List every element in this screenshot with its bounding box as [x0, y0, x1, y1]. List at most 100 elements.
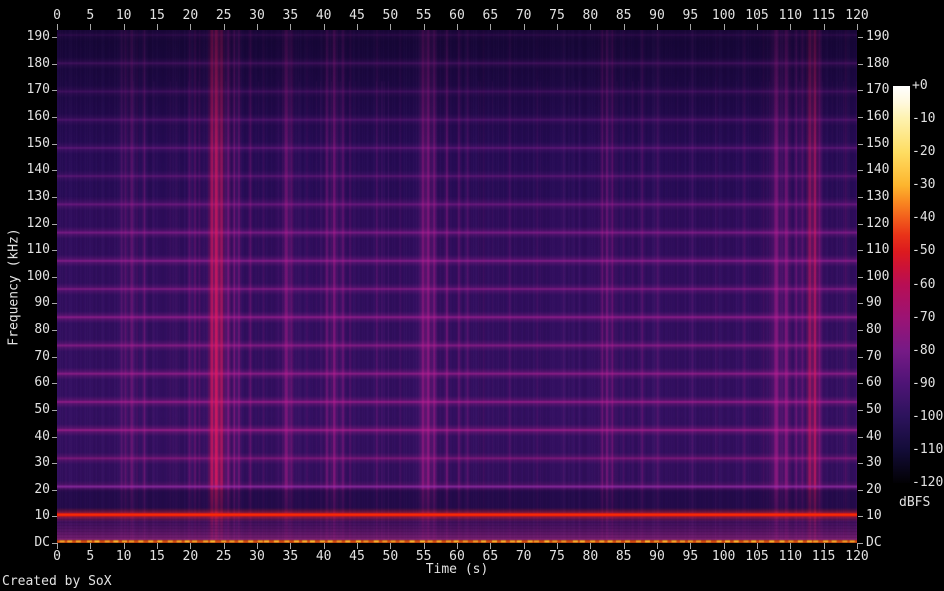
freq-tick-mark	[858, 303, 863, 305]
freq-tick-mark	[52, 356, 57, 358]
freq-tick-mark	[52, 196, 57, 198]
time-tick-mark	[590, 24, 592, 30]
freq-tick-mark	[52, 409, 57, 411]
freq-tick-mark	[858, 90, 863, 92]
freq-tick-mark	[52, 516, 57, 518]
freq-tick-mark	[858, 356, 863, 358]
time-tick-mark	[723, 24, 725, 30]
time-tick-mark	[490, 24, 492, 30]
freq-tick-mark	[52, 143, 57, 145]
time-axis-label: Time (s)	[425, 562, 489, 577]
freq-tick-mark	[52, 117, 57, 119]
colorbar-tick-label: -100	[912, 408, 944, 424]
time-tick-mark	[523, 24, 525, 30]
time-tick-mark	[623, 24, 625, 30]
freq-tick-mark	[858, 143, 863, 145]
freq-tick-mark	[52, 330, 57, 332]
freq-tick-mark	[52, 436, 57, 438]
freq-tick-mark	[52, 37, 57, 39]
time-tick-mark	[690, 24, 692, 30]
freq-tick-mark	[858, 330, 863, 332]
freq-tick-label: 130	[26, 188, 50, 204]
freq-tick-mark	[858, 543, 863, 544]
colorbar-tick-label: -90	[912, 375, 936, 391]
time-tick-mark	[823, 24, 825, 30]
freq-tick-label: 140	[26, 162, 50, 178]
freq-tick-mark	[858, 63, 863, 65]
freq-tick-mark	[858, 463, 863, 465]
freq-tick-label: 150	[26, 135, 50, 151]
time-tick-mark	[657, 24, 658, 30]
colorbar-tick-label: -30	[912, 177, 936, 193]
time-tick-mark	[157, 24, 158, 30]
freq-tick-label: 190	[866, 29, 890, 45]
freq-tick-label: 50	[34, 401, 50, 417]
colorbar-tick-label: +0	[912, 78, 928, 93]
time-tick-mark	[390, 24, 392, 30]
freq-tick-mark	[858, 276, 863, 278]
freq-tick-label: DC	[34, 535, 50, 550]
time-tick-mark	[357, 24, 358, 30]
time-tick-mark	[190, 24, 192, 30]
time-tick-mark	[257, 24, 258, 30]
time-tick-mark	[323, 24, 325, 30]
colorbar-tick-label: -60	[912, 276, 936, 292]
colorbar-tick-label: -70	[912, 309, 936, 325]
freq-tick-mark	[858, 223, 863, 225]
colorbar-unit-label: dBFS	[899, 495, 931, 510]
freq-tick-mark	[858, 489, 863, 491]
freq-tick-label: 180	[866, 55, 890, 71]
colorbar-tick-label: -40	[912, 210, 936, 226]
time-tick-mark	[423, 24, 425, 30]
time-tick-label: 120	[845, 549, 869, 564]
colorbar-tick-label: -80	[912, 342, 936, 358]
freq-tick-mark	[858, 37, 863, 39]
freq-tick-mark	[858, 436, 863, 438]
time-tick-mark	[557, 24, 558, 30]
freq-tick-label: 190	[26, 29, 50, 45]
freq-tick-label: 40	[34, 428, 50, 444]
freq-tick-mark	[858, 409, 863, 411]
time-tick-mark	[857, 24, 858, 30]
time-tick-mark	[290, 24, 292, 30]
credit-text: Created by SoX	[2, 574, 112, 589]
time-tick-mark	[57, 24, 58, 30]
freq-tick-label: 10	[34, 508, 50, 524]
freq-tick-mark	[858, 196, 863, 198]
freq-tick-mark	[858, 117, 863, 119]
colorbar	[893, 86, 910, 483]
freq-tick-label: 70	[34, 348, 50, 364]
time-tick-mark	[757, 24, 758, 30]
time-tick-mark	[790, 24, 792, 30]
freq-tick-label: 60	[34, 375, 50, 391]
colorbar-tick-label: -50	[912, 243, 936, 259]
freq-tick-label: 30	[34, 455, 50, 471]
time-tick-label: 120	[845, 8, 869, 23]
freq-tick-label: 20	[34, 481, 50, 497]
freq-tick-mark	[52, 383, 57, 385]
time-tick-mark	[457, 24, 458, 30]
time-tick-mark	[123, 24, 125, 30]
freq-tick-mark	[52, 276, 57, 278]
freq-tick-label: 170	[26, 82, 50, 98]
freq-tick-mark	[52, 223, 57, 225]
freq-tick-mark	[858, 516, 863, 518]
freq-tick-mark	[52, 489, 57, 491]
freq-tick-label: DC	[866, 535, 882, 550]
freq-tick-mark	[858, 250, 863, 252]
spectrogram-window: 0 0 5 5 10 10 15 15 20 20 25 25 30 30 35 35 40 40 45 45 50 50…	[0, 0, 944, 591]
colorbar-tick-label: -10	[912, 111, 936, 127]
freq-tick-mark	[858, 170, 863, 172]
colorbar-tick-label: -110	[912, 441, 944, 457]
freq-tick-mark	[52, 250, 57, 252]
freq-tick-mark	[52, 303, 57, 305]
freq-axis-label: Frequency (kHz)	[6, 228, 22, 346]
time-tick-mark	[90, 24, 92, 30]
freq-tick-mark	[858, 383, 863, 385]
freq-tick-mark	[52, 463, 57, 465]
freq-tick-mark	[52, 90, 57, 92]
freq-tick-mark	[52, 170, 57, 172]
spectrogram-plot	[57, 30, 857, 543]
colorbar-tick-label: -20	[912, 144, 936, 160]
freq-tick-label: 160	[26, 109, 50, 125]
